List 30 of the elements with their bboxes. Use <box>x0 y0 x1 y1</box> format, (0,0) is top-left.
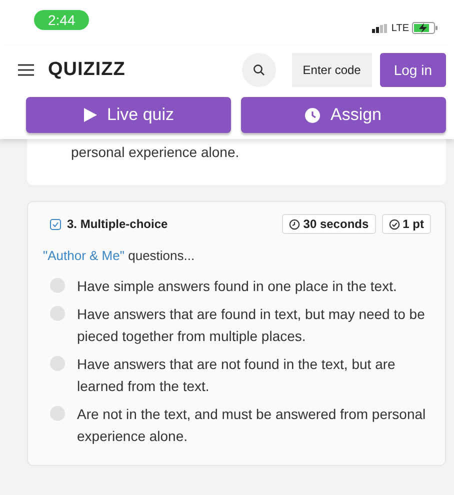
clock-icon <box>305 108 320 122</box>
menu-icon[interactable] <box>18 64 34 76</box>
points-badge: 1 pt <box>382 214 431 234</box>
search-icon <box>252 64 265 76</box>
logo[interactable]: QUIZIZZ <box>48 59 126 81</box>
radio-button[interactable] <box>50 278 65 293</box>
option-text: Have answers that are found in text, but may need to be pieced together from multiple places. <box>77 305 426 346</box>
time-badge: 30 seconds <box>282 214 376 234</box>
option-text: Have simple answers found in one place in the text. <box>77 277 397 296</box>
question-prompt: "Author & Me" questions... <box>43 248 196 263</box>
clock-icon <box>289 218 300 230</box>
radio-button[interactable] <box>50 306 65 321</box>
network-label: LTE <box>391 22 409 34</box>
signal-icon <box>372 24 388 32</box>
option-text: Have answers that are not found in the text, but are learned from the text. <box>77 355 396 396</box>
question-type: 3. Multiple-choice <box>67 217 168 231</box>
check-circle-icon <box>388 218 400 230</box>
search-button[interactable] <box>242 53 276 87</box>
radio-button[interactable] <box>50 406 65 421</box>
play-icon <box>82 108 97 122</box>
checkbox-icon <box>50 218 61 230</box>
action-button[interactable]: Assign <box>241 97 446 133</box>
status-time: 2:44 <box>34 10 90 30</box>
login-button[interactable]: Log in <box>380 53 446 87</box>
action-button[interactable]: Live quiz <box>26 97 231 133</box>
option-text: Are not in the text, and must be answered from personal experience alone. <box>77 405 427 446</box>
radio-button[interactable] <box>50 356 65 371</box>
option-text: personal experience alone. <box>71 143 240 162</box>
enter-code-button[interactable]: Enter code <box>292 53 372 87</box>
battery-icon <box>412 22 438 34</box>
